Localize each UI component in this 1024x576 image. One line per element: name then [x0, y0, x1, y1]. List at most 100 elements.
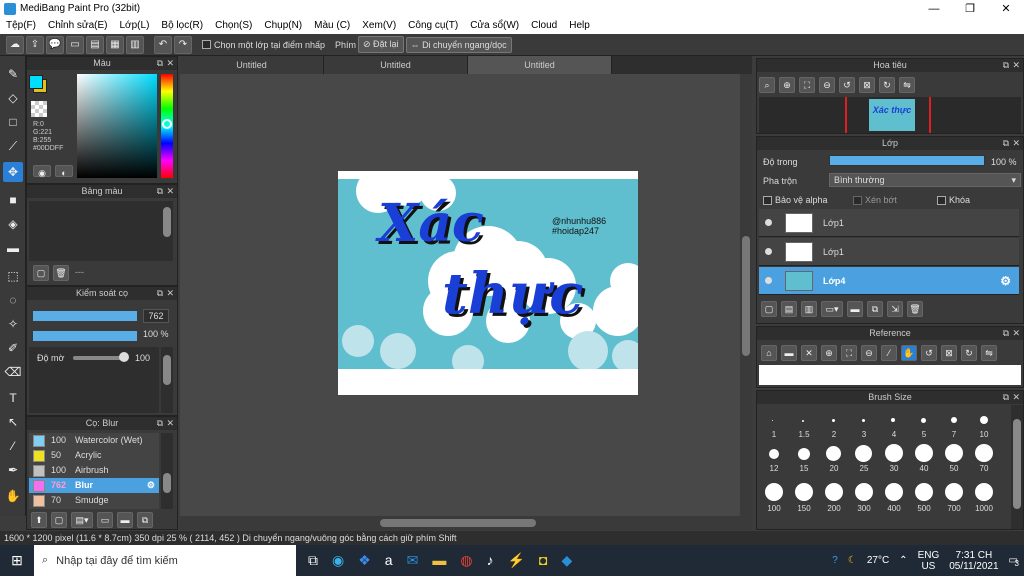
layer-row[interactable]: Lớp1: [759, 209, 1019, 237]
windows-start-icon[interactable]: ⊞: [0, 552, 34, 569]
tiktok-icon[interactable]: ♪: [487, 552, 494, 569]
new-brush-icon[interactable]: ▢: [51, 512, 67, 528]
select-pen-icon[interactable]: ✐: [3, 338, 23, 358]
delete-palette-icon[interactable]: 🗑: [53, 265, 69, 281]
brush-size-bar[interactable]: [33, 311, 137, 321]
select-rect-icon[interactable]: ⬚: [3, 266, 23, 286]
undock-icon[interactable]: ⧉: [1003, 391, 1009, 404]
brush-size-1000[interactable]: 1000: [969, 504, 999, 513]
brush-size-30[interactable]: 30: [879, 464, 909, 473]
brush-item-acrylic[interactable]: 50 Acrylic: [29, 448, 159, 463]
eraser-tool-icon[interactable]: ◇: [3, 88, 23, 108]
select-eraser-icon[interactable]: ⌫: [3, 362, 23, 382]
brush-size-1-5[interactable]: 1.5: [789, 430, 819, 439]
protect-alpha-checkbox[interactable]: [763, 195, 772, 205]
brush-size-2[interactable]: 2: [819, 430, 849, 439]
brush-size-scrollbar[interactable]: [1011, 405, 1023, 529]
select-layer-option[interactable]: Chọn một lớp tại điểm nhấp: [202, 40, 325, 50]
color-wheel-icon[interactable]: ◉: [33, 165, 51, 178]
weather-temp[interactable]: 27°C: [867, 555, 889, 566]
line-tool-icon[interactable]: ⟋: [3, 136, 23, 156]
brush-item-watercolor[interactable]: 100 Watercolor (Wet): [29, 433, 159, 448]
palette-area[interactable]: [29, 201, 161, 261]
brush-size-70[interactable]: 70: [969, 464, 999, 473]
restore-button[interactable]: ❐: [952, 0, 988, 18]
undo-icon[interactable]: ↶: [154, 35, 172, 54]
bucket-tool-icon[interactable]: ◈: [3, 214, 23, 234]
foreground-color-swatch[interactable]: [29, 75, 43, 89]
brush-size-5[interactable]: 5: [909, 430, 939, 439]
brush-size-40[interactable]: 40: [909, 464, 939, 473]
document-canvas[interactable]: Xác thực @nhunhu886 #hoidap247: [338, 166, 646, 395]
canvas-area[interactable]: Xác thực @nhunhu886 #hoidap247: [180, 74, 752, 516]
new-layer-icon[interactable]: ▢: [761, 301, 777, 317]
close-panel-icon[interactable]: ✕: [166, 57, 174, 70]
rotate-left-icon[interactable]: ↺: [839, 77, 855, 93]
brush-size-25[interactable]: 25: [849, 464, 879, 473]
brush-size-400[interactable]: 400: [879, 504, 909, 513]
color-mix-icon[interactable]: ◐: [55, 165, 73, 178]
undock-icon[interactable]: ⧉: [157, 417, 163, 430]
hand-tool-icon[interactable]: ✋: [3, 486, 23, 506]
new-8bit-layer-icon[interactable]: ▥: [801, 301, 817, 317]
app-icon-blue[interactable]: ⚡: [508, 552, 525, 569]
weather-icon[interactable]: ☾: [848, 555, 857, 566]
brush-list-scrollbar[interactable]: [161, 433, 173, 509]
message-icon[interactable]: ▭: [66, 35, 84, 54]
doc-tab-3[interactable]: Untitled: [468, 56, 612, 74]
brush-size-1[interactable]: 1: [759, 430, 789, 439]
menu-layer[interactable]: Lớp(L): [114, 18, 156, 34]
navigator-preview[interactable]: Xác thực: [759, 97, 1021, 133]
layer-row-active[interactable]: Lớp4 ⚙: [759, 267, 1019, 295]
tray-chevron-icon[interactable]: ⌃: [899, 555, 907, 566]
menu-view[interactable]: Xem(V): [356, 18, 402, 34]
undock-icon[interactable]: ⧉: [157, 287, 163, 300]
close-panel-icon[interactable]: ✕: [1012, 391, 1020, 404]
operation-tool-icon[interactable]: ↖: [3, 412, 23, 432]
duplicate-layer-icon[interactable]: ⧉: [867, 301, 883, 317]
eyedropper-icon[interactable]: ⁄: [3, 436, 23, 456]
brush-doc-icon[interactable]: ▭: [97, 512, 113, 528]
brush-tool-icon[interactable]: ✎: [3, 64, 23, 84]
reset-view-icon[interactable]: ⊠: [859, 77, 875, 93]
reference-close-icon[interactable]: ✕: [801, 345, 817, 361]
menu-color[interactable]: Màu (C): [308, 18, 356, 34]
cloud-icon[interactable]: ☁: [6, 35, 24, 54]
taskbar-search[interactable]: ⌕ Nhập tại đây để tìm kiếm: [34, 545, 296, 576]
reference-flip-icon[interactable]: ⇋: [981, 345, 997, 361]
zoom-fit-icon[interactable]: ⌕: [759, 77, 775, 93]
merge-layer-icon[interactable]: ⇲: [887, 301, 903, 317]
menu-tools[interactable]: Công cụ(T): [402, 18, 464, 34]
brush-folder-icon[interactable]: ▬: [117, 512, 133, 528]
brush-item-blur[interactable]: 762 Blur ⚙: [29, 478, 159, 493]
clipping-checkbox[interactable]: [853, 195, 862, 205]
select-layer-checkbox[interactable]: [202, 40, 211, 49]
lasso-icon[interactable]: ◌: [3, 290, 23, 310]
close-panel-icon[interactable]: ✕: [1012, 59, 1020, 72]
brush-size-12[interactable]: 12: [759, 464, 789, 473]
brush-size-150[interactable]: 150: [789, 504, 819, 513]
brush-size-200[interactable]: 200: [819, 504, 849, 513]
visibility-icon[interactable]: [765, 219, 772, 226]
undock-icon[interactable]: ⧉: [1003, 327, 1009, 340]
undock-icon[interactable]: ⧉: [157, 57, 163, 70]
density-slider[interactable]: [73, 356, 123, 360]
comment-icon[interactable]: 💬: [46, 35, 64, 54]
visibility-icon[interactable]: [765, 248, 772, 255]
new-palette-icon[interactable]: ▢: [33, 265, 49, 281]
zoom-out-icon[interactable]: ⊖: [819, 77, 835, 93]
amazon-icon[interactable]: a: [385, 552, 393, 569]
move-tool-icon[interactable]: ✥: [3, 162, 23, 182]
undock-icon[interactable]: ⧉: [1003, 59, 1009, 72]
rotate-right-icon[interactable]: ↻: [879, 77, 895, 93]
protect-alpha-option[interactable]: Bảo vệ alpha: [763, 195, 828, 205]
magic-wand-icon[interactable]: ✧: [3, 314, 23, 334]
brush-size-value[interactable]: 762: [143, 309, 169, 323]
mail-icon[interactable]: ✉: [407, 552, 419, 569]
reset-button[interactable]: ⊘ Đặt lại: [357, 36, 404, 53]
brush-size-20[interactable]: 20: [819, 464, 849, 473]
brush-size-7[interactable]: 7: [939, 430, 969, 439]
flip-icon[interactable]: ⇋: [899, 77, 915, 93]
layer-opacity-bar[interactable]: [829, 155, 985, 166]
brush-copy-icon[interactable]: ⧉: [137, 512, 153, 528]
